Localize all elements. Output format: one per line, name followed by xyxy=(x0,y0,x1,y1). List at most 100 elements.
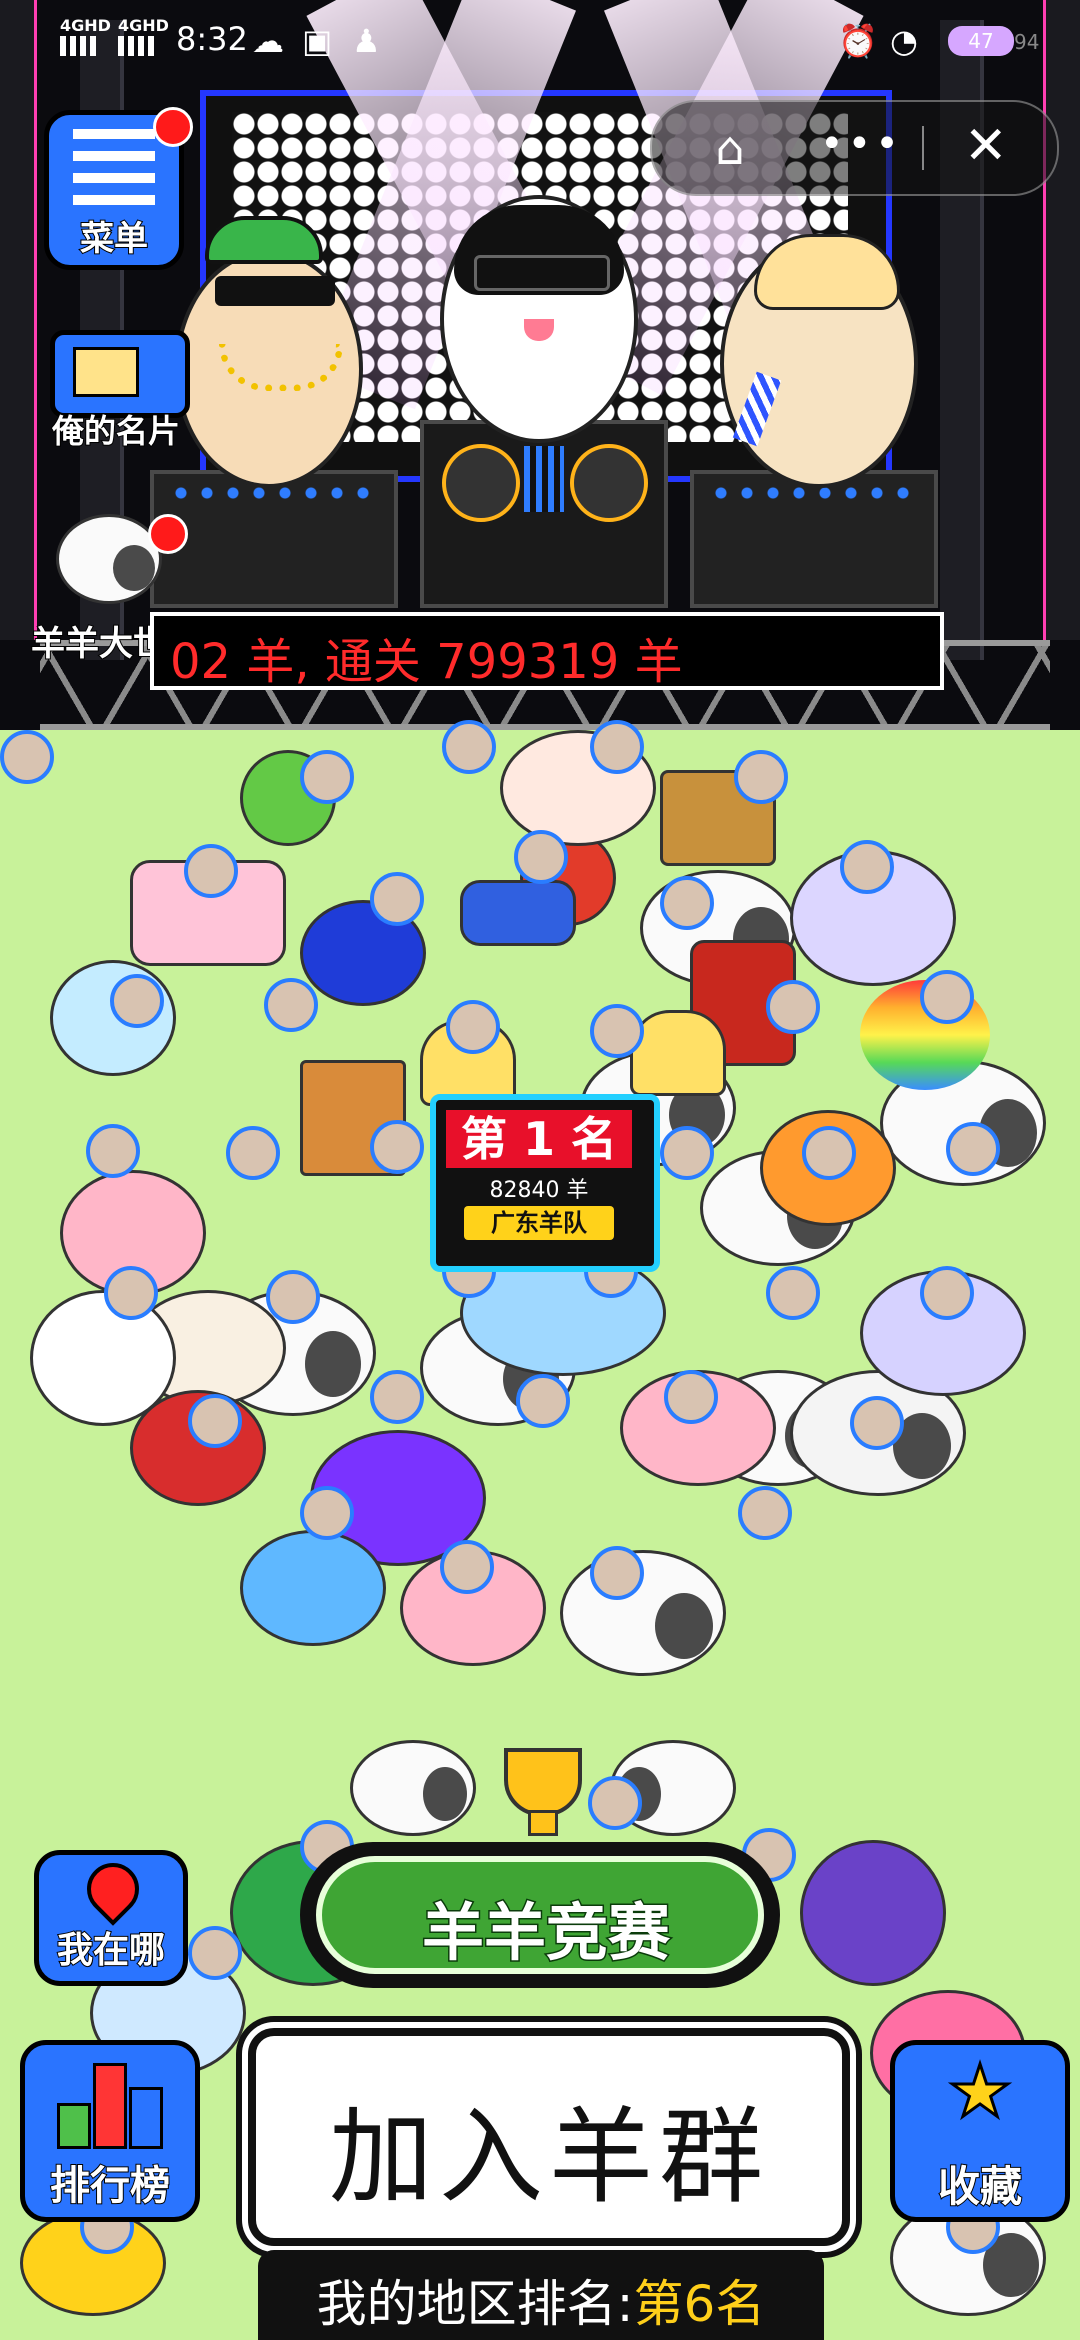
race-button-track: 羊羊竞赛 xyxy=(316,1856,764,1974)
network-indicator: 4GHD xyxy=(118,16,169,35)
sheep-world-icon xyxy=(56,514,162,604)
race-button-label: 羊羊竞赛 xyxy=(420,1895,671,1971)
player-avatar[interactable] xyxy=(370,1120,424,1174)
player-avatar[interactable] xyxy=(738,1486,792,1540)
signal-bars-icon xyxy=(60,36,100,56)
player-avatar[interactable] xyxy=(734,750,788,804)
player-avatar[interactable] xyxy=(0,730,54,784)
favorite-button[interactable]: ★ 收藏 xyxy=(890,2040,1070,2222)
bar xyxy=(129,2087,163,2149)
alarm-icon: ⏰ xyxy=(838,22,878,60)
region-rank-label: 我的地区排名: xyxy=(316,2275,634,2333)
player-avatar[interactable] xyxy=(184,844,238,898)
sheep-face xyxy=(655,1593,713,1659)
green-cap xyxy=(205,216,323,264)
join-flock-button[interactable]: 加入羊群 xyxy=(248,2028,850,2246)
more-icon[interactable]: ••• xyxy=(820,124,903,164)
player-avatar[interactable] xyxy=(226,1126,280,1180)
region-rank-value: 第6名 xyxy=(633,2275,766,2333)
sunglasses xyxy=(215,276,335,306)
player-avatar[interactable] xyxy=(664,1370,718,1424)
player-avatar[interactable] xyxy=(188,1926,242,1980)
player-avatar[interactable] xyxy=(440,1540,494,1594)
region-rank-bar[interactable]: 我的地区排名:第6名 xyxy=(258,2250,824,2340)
player-avatar[interactable] xyxy=(660,876,714,930)
blue-bubble-sheep xyxy=(240,1530,386,1646)
player-avatar[interactable] xyxy=(300,1486,354,1540)
ticker-text: 02 羊, 通关 799319 羊 xyxy=(170,634,683,690)
battery-indicator: 47 xyxy=(948,26,1014,56)
notification-dot xyxy=(153,107,193,147)
player-avatar[interactable] xyxy=(188,1394,242,1448)
player-avatar[interactable] xyxy=(766,980,820,1034)
stage-lights xyxy=(168,486,372,500)
player-avatar[interactable] xyxy=(446,1000,500,1054)
blond-hair xyxy=(754,234,900,310)
gold-chain xyxy=(219,344,343,391)
player-avatar[interactable] xyxy=(802,1126,856,1180)
player-avatar[interactable] xyxy=(590,720,644,774)
where-am-i-button[interactable]: 我在哪 xyxy=(34,1850,188,1986)
battery-extra: 94 xyxy=(1014,30,1040,54)
player-avatar[interactable] xyxy=(514,830,568,884)
network-indicator: 4GHD xyxy=(60,16,111,35)
player-avatar[interactable] xyxy=(588,1776,642,1830)
notification-dot xyxy=(148,514,188,554)
top-rank-sign[interactable]: 第 1 名 82840 羊 广东羊队 xyxy=(430,1094,660,1272)
tongue xyxy=(524,319,554,341)
trophy-stem xyxy=(528,1810,558,1836)
player-avatar[interactable] xyxy=(660,1126,714,1180)
menu-button[interactable]: 菜单 xyxy=(44,107,193,270)
alpaca-character xyxy=(175,216,363,488)
player-avatar[interactable] xyxy=(946,1122,1000,1176)
player-avatar[interactable] xyxy=(920,1266,974,1320)
mixer-sliders xyxy=(524,446,564,512)
rank-sheep-count: 82840 羊 xyxy=(489,1178,589,1203)
bar xyxy=(93,2063,127,2149)
home-icon[interactable]: ⌂ xyxy=(702,120,758,176)
player-avatar[interactable] xyxy=(104,1266,158,1320)
bar-chart-icon xyxy=(57,2063,163,2149)
player-avatar[interactable] xyxy=(590,1546,644,1600)
status-bar: 4GHD 4GHD 8:32 ☁ ▣ ♟ ⏰ ◔ 47 94 xyxy=(0,0,1080,80)
leaderboard-button[interactable]: 排行榜 xyxy=(20,2040,200,2222)
trophy-icon xyxy=(490,1748,590,1848)
stage-lights xyxy=(708,486,912,500)
rank-title: 第 1 名 xyxy=(446,1110,632,1168)
player-avatar[interactable] xyxy=(300,750,354,804)
curtain-right xyxy=(1043,0,1080,640)
alpaca-character xyxy=(720,234,918,488)
player-avatar[interactable] xyxy=(110,974,164,1028)
player-avatar[interactable] xyxy=(516,1374,570,1428)
dog-dj-character xyxy=(440,195,638,443)
player-avatar[interactable] xyxy=(840,840,894,894)
player-avatar[interactable] xyxy=(920,970,974,1024)
wifi-icon: ◔ xyxy=(890,22,918,60)
purple-sheep xyxy=(800,1840,946,1986)
card-paper xyxy=(73,347,139,397)
wechat-icon: ☁ xyxy=(252,22,284,60)
news-ticker: 02 羊, 通关 799319 羊 xyxy=(150,612,944,690)
sheep-race-button[interactable]: 羊羊竞赛 xyxy=(300,1842,780,1988)
player-avatar[interactable] xyxy=(590,1004,644,1058)
player-avatar[interactable] xyxy=(266,1270,320,1324)
name-card-button[interactable]: 俺的名片 xyxy=(40,330,190,451)
name-card-icon xyxy=(50,330,190,418)
player-avatar[interactable] xyxy=(370,1370,424,1424)
no-image-icon: ▣ xyxy=(302,22,333,60)
capsule-divider xyxy=(922,126,924,170)
player-avatar[interactable] xyxy=(370,872,424,926)
where-am-i-label: 我在哪 xyxy=(56,1929,166,1972)
miniprogram-capsule: ⌂ ••• ✕ xyxy=(650,100,1059,196)
turntable-disc xyxy=(442,444,520,522)
striped-tie xyxy=(732,371,782,447)
close-icon[interactable]: ✕ xyxy=(964,116,1008,176)
player-avatar[interactable] xyxy=(86,1124,140,1178)
turntable-disc xyxy=(570,444,648,522)
menu-list-icon xyxy=(73,129,155,205)
player-avatar[interactable] xyxy=(766,1266,820,1320)
player-avatar[interactable] xyxy=(850,1396,904,1450)
player-avatar[interactable] xyxy=(442,720,496,774)
sheep xyxy=(350,1740,476,1836)
player-avatar[interactable] xyxy=(264,978,318,1032)
